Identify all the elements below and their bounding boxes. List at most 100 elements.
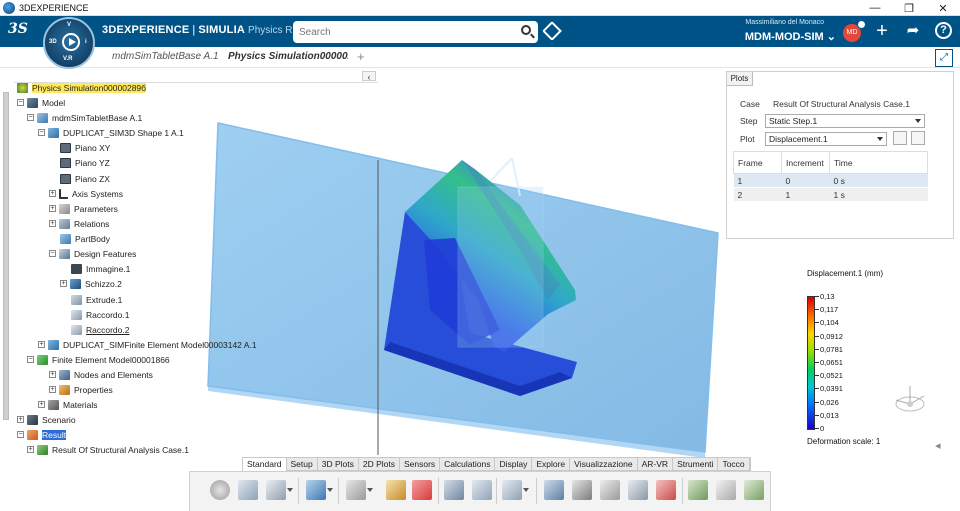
edit-plot-icon[interactable] — [911, 131, 925, 145]
tree-node-relations[interactable]: + Relations — [49, 217, 109, 230]
tree-node-axis-systems[interactable]: + Axis Systems — [49, 187, 123, 200]
table-row[interactable]: 2 1 1 s — [733, 187, 928, 202]
tree-node-result[interactable]: − Result — [17, 428, 67, 441]
tree-node-result-case[interactable]: + Result Of Structural Analysis Case.1 — [27, 443, 189, 456]
screen-capture-icon[interactable] — [444, 480, 464, 500]
plot-settings-icon[interactable] — [893, 131, 907, 145]
tree-node-physics-simulation[interactable]: Physics Simulation00000289б — [17, 81, 147, 94]
paste-icon[interactable] — [266, 480, 293, 500]
search-box[interactable] — [293, 21, 538, 43]
tab-sensors[interactable]: Sensors — [400, 458, 441, 471]
tab-2d-plots[interactable]: 2D Plots — [359, 458, 400, 471]
undo-icon[interactable] — [306, 480, 333, 500]
zoom-icon[interactable] — [210, 480, 230, 500]
tree-node-model[interactable]: − Model — [17, 96, 65, 109]
axis-icon[interactable] — [572, 480, 592, 500]
import-icon[interactable] — [386, 480, 406, 500]
collapse-icon[interactable]: − — [27, 356, 34, 363]
axis-triad-icon[interactable] — [890, 380, 930, 418]
collapse-icon[interactable]: − — [17, 431, 24, 438]
tree-node-mdmsimtabletbase[interactable]: − mdmSimTabletBase A.1 — [27, 111, 142, 124]
tree-node-properties[interactable]: + Properties — [49, 383, 113, 396]
tab-ar-vr[interactable]: AR-VR — [638, 458, 674, 471]
tree-node-finite-element-model[interactable]: − Finite Element Model00001866 — [27, 353, 170, 366]
tree-node-raccordo-1[interactable]: Raccordo.1 — [71, 308, 129, 321]
tree-node-parameters[interactable]: + Parameters — [49, 202, 118, 215]
close-icon[interactable]: ✕ — [926, 0, 960, 16]
side-panel-arrow-icon[interactable]: ◂ — [935, 439, 949, 453]
expand-icon[interactable]: + — [38, 341, 45, 348]
tree-node-extrude[interactable]: Extrude.1 — [71, 293, 122, 306]
minimize-icon[interactable]: — — [858, 0, 892, 16]
add-icon[interactable]: + — [874, 20, 890, 42]
tab-mdmsimtabletbase[interactable]: mdmSimTabletBase A.1 — [112, 51, 219, 62]
tab-plots[interactable]: Plots — [727, 72, 753, 86]
document-icon[interactable] — [716, 480, 736, 500]
tab-display[interactable]: Display — [495, 458, 533, 471]
tab-strumenti[interactable]: Strumenti — [673, 458, 719, 471]
collapse-icon[interactable]: − — [17, 99, 24, 106]
tree-node-schizzo[interactable]: + Schizzo.2 — [60, 277, 122, 290]
tree-node-immagine[interactable]: Immagine.1 — [71, 262, 130, 275]
tenant-selector[interactable]: MDM-MOD-SIM ⌄ — [740, 30, 836, 43]
expand-icon[interactable]: + — [38, 401, 45, 408]
column-header-increment[interactable]: Increment — [781, 151, 830, 174]
tab-physics-simulation[interactable]: Physics Simulation000002 — [228, 51, 348, 62]
expand-icon[interactable]: + — [17, 416, 24, 423]
tree-node-scenario[interactable]: + Scenario — [17, 413, 76, 426]
restore-icon[interactable]: ❐ — [892, 0, 926, 16]
play-icon[interactable] — [62, 33, 80, 51]
compare-icon[interactable] — [628, 480, 648, 500]
search-icon[interactable] — [521, 25, 531, 35]
collapse-icon[interactable]: − — [38, 129, 45, 136]
tree-node-nodes-elements[interactable]: + Nodes and Elements — [49, 368, 153, 381]
search-input[interactable] — [299, 26, 532, 38]
tab-setup[interactable]: Setup — [287, 458, 318, 471]
expand-icon[interactable]: + — [49, 205, 56, 212]
legend-color-bar[interactable] — [807, 296, 815, 430]
copy-icon[interactable] — [238, 480, 258, 500]
expand-icon[interactable]: + — [49, 220, 56, 227]
table-row[interactable]: 1 0 0 s — [733, 173, 928, 188]
tree-node-piano-xy[interactable]: Piano XY — [60, 141, 110, 154]
expand-icon[interactable]: + — [60, 280, 67, 287]
tab-3d-plots[interactable]: 3D Plots — [318, 458, 359, 471]
cube-icon[interactable] — [346, 480, 373, 500]
simulate-icon[interactable] — [688, 480, 708, 500]
render-icon[interactable] — [412, 480, 432, 500]
compass-icon[interactable]: V 3D i V.R — [43, 17, 95, 69]
expand-icon[interactable]: + — [27, 446, 34, 453]
tab-tocco[interactable]: Tocco — [718, 458, 750, 471]
column-header-time[interactable]: Time — [829, 151, 928, 174]
tree-node-piano-zx[interactable]: Piano ZX — [60, 172, 110, 185]
delete-result-icon[interactable] — [656, 480, 676, 500]
tab-visualizzazione[interactable]: Visualizzazione — [570, 458, 638, 471]
expand-icon[interactable]: + — [49, 371, 56, 378]
expand-icon[interactable]: ⤢ — [935, 49, 953, 67]
tree-node-design-features[interactable]: − Design Features — [49, 247, 136, 260]
tree-node-3d-shape[interactable]: − DUPLICAT_SIM3D Shape 1 A.1 — [38, 126, 184, 139]
assembly-icon[interactable] — [544, 480, 564, 500]
add-tab-icon[interactable]: + — [357, 49, 365, 64]
expand-icon[interactable]: + — [49, 190, 56, 197]
tab-standard[interactable]: Standard — [243, 458, 287, 471]
part-icon[interactable] — [600, 480, 620, 500]
tree-node-raccordo-2[interactable]: Raccordo.2 — [71, 323, 129, 336]
expand-icon[interactable]: + — [49, 386, 56, 393]
presentation-icon[interactable] — [472, 480, 492, 500]
collapse-icon[interactable]: − — [27, 114, 34, 121]
tree-node-duplicat-fem[interactable]: + DUPLICAT_SIMFinite Element Model000031… — [38, 338, 257, 351]
table-icon[interactable] — [502, 480, 529, 500]
tree-node-partbody[interactable]: PartBody — [60, 232, 110, 245]
column-header-frame[interactable]: Frame — [733, 151, 782, 174]
collapse-icon[interactable]: − — [49, 250, 56, 257]
step-select[interactable]: Static Step.1 — [765, 114, 925, 128]
share-icon[interactable]: ➦ — [904, 21, 922, 41]
tab-explore[interactable]: Explore — [532, 458, 571, 471]
tab-calculations[interactable]: Calculations — [440, 458, 496, 471]
tree-node-piano-yz[interactable]: Piano YZ — [60, 156, 110, 169]
tree-node-materials[interactable]: + Materials — [38, 398, 97, 411]
help-icon[interactable]: ? — [935, 22, 952, 39]
settings-icon[interactable] — [744, 480, 764, 500]
plot-select[interactable]: Displacement.1 — [765, 132, 887, 146]
